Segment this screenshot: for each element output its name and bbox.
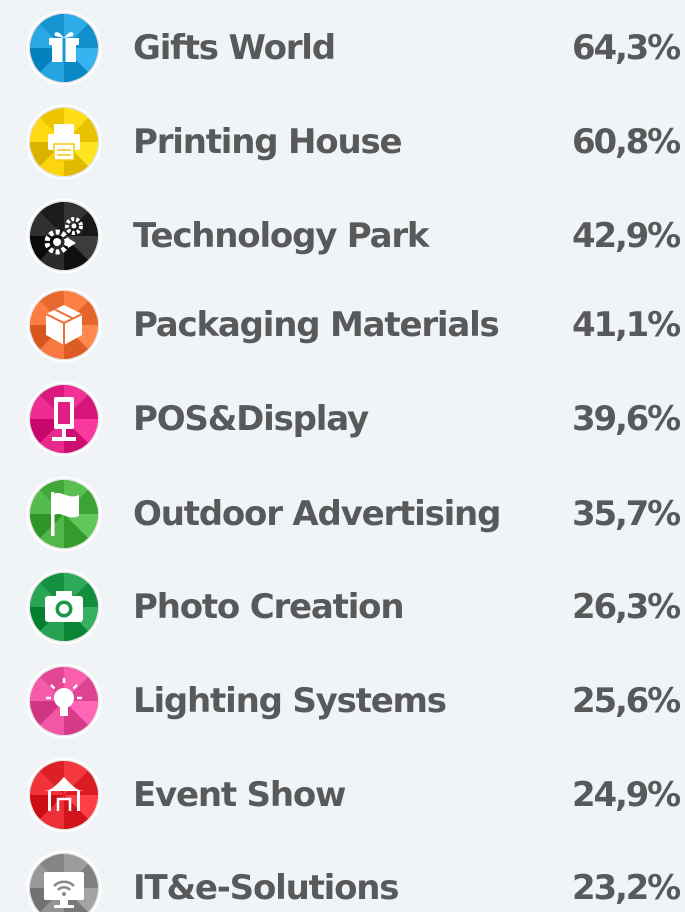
monitor-wifi-icon <box>26 850 102 912</box>
percentage-value: 35,7% <box>572 494 681 534</box>
category-label: Photo Creation <box>133 587 405 627</box>
gift-icon <box>26 10 102 86</box>
tent-icon <box>26 757 102 833</box>
list-item: IT&e-Solutions 23,2% <box>0 846 685 912</box>
category-label: Gifts World <box>133 28 336 68</box>
category-label: Packaging Materials <box>133 305 500 345</box>
list-item: Outdoor Advertising 35,7% <box>0 472 685 552</box>
percentage-value: 41,1% <box>572 305 681 345</box>
category-list: Gifts World 64,3% Printing House 60,8% Techn… <box>0 0 685 912</box>
percentage-value: 39,6% <box>572 399 681 439</box>
flag-icon <box>26 476 102 552</box>
printer-icon <box>26 104 102 180</box>
gears-icon <box>26 198 102 274</box>
category-label: Technology Park <box>133 216 430 256</box>
percentage-value: 25,6% <box>572 681 681 721</box>
lightbulb-icon <box>26 663 102 739</box>
category-label: Lighting Systems <box>133 681 447 721</box>
category-label: Event Show <box>133 775 346 815</box>
percentage-value: 23,2% <box>572 868 681 908</box>
list-item: Gifts World 64,3% <box>0 6 685 86</box>
percentage-value: 42,9% <box>572 216 681 256</box>
category-label: IT&e-Solutions <box>133 868 399 908</box>
percentage-value: 26,3% <box>572 587 681 627</box>
box-icon <box>26 287 102 363</box>
list-item: POS&Display 39,6% <box>0 377 685 457</box>
list-item: Lighting Systems 25,6% <box>0 659 685 739</box>
list-item: Technology Park 42,9% <box>0 194 685 274</box>
list-item: Event Show 24,9% <box>0 753 685 833</box>
category-label: POS&Display <box>133 399 369 439</box>
list-item: Packaging Materials 41,1% <box>0 283 685 363</box>
list-item: Photo Creation 26,3% <box>0 565 685 645</box>
display-stand-icon <box>26 381 102 457</box>
list-item: Printing House 60,8% <box>0 100 685 180</box>
camera-icon <box>26 569 102 645</box>
category-label: Printing House <box>133 122 403 162</box>
category-label: Outdoor Advertising <box>133 494 501 534</box>
percentage-value: 24,9% <box>572 775 681 815</box>
percentage-value: 64,3% <box>572 28 681 68</box>
percentage-value: 60,8% <box>572 122 681 162</box>
